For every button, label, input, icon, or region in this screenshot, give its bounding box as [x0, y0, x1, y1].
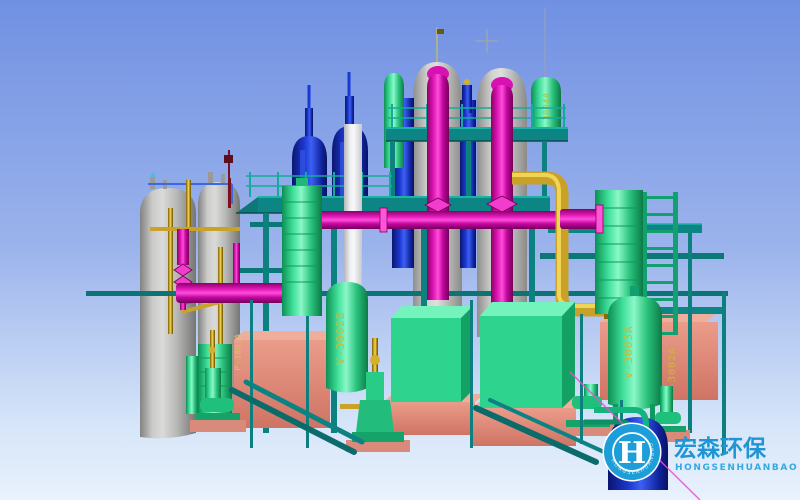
box-tank-1	[383, 306, 485, 435]
foundation-left-block	[234, 331, 340, 428]
logo-h-mark: H	[618, 436, 646, 471]
vessel-v3003a-label: V-3003A	[622, 325, 635, 378]
vessel-v3004a-label: V-3004A	[543, 92, 553, 131]
magenta-riser-left	[177, 229, 189, 265]
magenta-riser-column-left	[427, 74, 449, 300]
plant-scene: V-3004A	[0, 0, 800, 500]
vessel-v3002b-label: V-3002B	[334, 311, 347, 364]
logo-cn-name: 宏森环保	[674, 435, 767, 462]
tag-p3001a-label: P-3001A	[234, 333, 243, 370]
tag-3002a-label: -3002A	[667, 347, 678, 389]
vessel-v3002b: V-3002B	[326, 282, 368, 393]
plant-3d-render: { "labels": { "vessel_v3002b": "V-3002B"…	[0, 0, 800, 500]
heat-exchanger-mid	[282, 178, 322, 316]
logo-en-name: HONGSENHUANBAO	[675, 463, 798, 473]
